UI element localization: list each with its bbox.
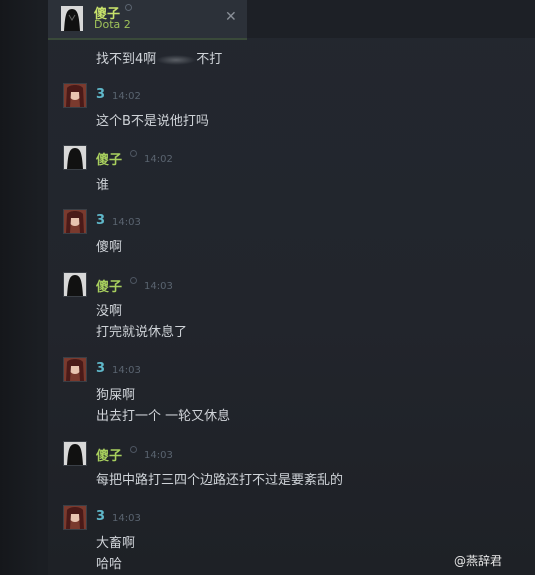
- message-text: 找不到4啊: [96, 52, 157, 67]
- timestamp: 14:03: [144, 281, 173, 292]
- message-text: 狗屎啊: [96, 388, 136, 403]
- message-text: 傻啊: [96, 240, 123, 255]
- user-avatar[interactable]: [63, 357, 87, 382]
- timestamp: 14:03: [112, 217, 141, 228]
- username[interactable]: 傻子: [96, 276, 122, 295]
- chat-message: 找不到4啊 不打: [96, 48, 222, 67]
- close-icon[interactable]: ✕: [225, 10, 237, 24]
- online-status-dot: [130, 150, 137, 157]
- timestamp: 14:03: [144, 450, 173, 461]
- online-status-dot: [130, 446, 137, 453]
- message-text: 大畜啊: [96, 536, 136, 551]
- message-text: 每把中路打三四个边路还打不过是要紊乱的: [96, 473, 344, 488]
- online-status-dot: [125, 4, 132, 11]
- user-avatar[interactable]: [63, 272, 87, 297]
- message-text: 不打: [196, 52, 223, 67]
- tab-game-status: Dota 2: [94, 18, 131, 31]
- message-text: 这个B不是说他打吗: [96, 114, 209, 129]
- username[interactable]: 3: [96, 87, 105, 102]
- timestamp: 14:03: [112, 513, 141, 524]
- blurred-text: [156, 54, 197, 65]
- user-avatar[interactable]: [63, 441, 87, 466]
- user-avatar[interactable]: [63, 83, 87, 108]
- username[interactable]: 3: [96, 509, 105, 524]
- user-avatar[interactable]: [63, 209, 87, 234]
- message-text: 谁: [96, 178, 110, 193]
- username[interactable]: 傻子: [96, 445, 122, 464]
- user-avatar[interactable]: [63, 505, 87, 530]
- message-text: 打完就说休息了: [96, 325, 188, 340]
- timestamp: 14:03: [112, 365, 141, 376]
- message-text: 哈哈: [96, 557, 123, 572]
- timestamp: 14:02: [112, 91, 141, 102]
- message-text: 出去打一个 一轮又休息: [96, 409, 231, 424]
- username[interactable]: 3: [96, 213, 105, 228]
- tab-strip: [247, 0, 535, 38]
- username[interactable]: 3: [96, 361, 105, 376]
- username[interactable]: 傻子: [96, 149, 122, 168]
- online-status-dot: [130, 277, 137, 284]
- user-avatar[interactable]: [63, 145, 87, 170]
- friend-avatar[interactable]: [61, 6, 83, 31]
- message-text: 没啊: [96, 304, 123, 319]
- watermark: @燕辞君: [454, 554, 503, 568]
- timestamp: 14:02: [144, 154, 173, 165]
